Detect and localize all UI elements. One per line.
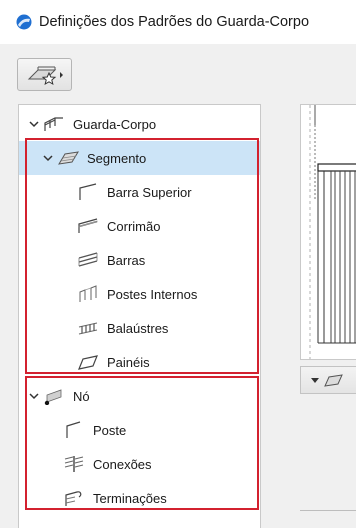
handrail-icon xyxy=(75,216,101,236)
preview-view-dropdown[interactable] xyxy=(300,366,356,394)
window-title: Definições dos Padrões do Guarda-Corpo xyxy=(39,14,310,30)
settings-tree: Guarda-Corpo Segmento Barra Superior Cor… xyxy=(18,104,261,528)
segment-view-icon xyxy=(311,374,343,387)
tree-item-balaustres[interactable]: Balaústres xyxy=(19,311,260,345)
connections-icon xyxy=(61,454,87,474)
tree-item-label: Balaústres xyxy=(107,320,169,336)
favorites-button[interactable] xyxy=(17,58,72,91)
top-rail-icon xyxy=(75,182,101,202)
tree-item-label: Terminações xyxy=(93,490,167,506)
tree-item-label: Segmento xyxy=(87,150,147,166)
tree-item-label: Barra Superior xyxy=(107,184,192,200)
favorites-star-icon xyxy=(27,66,63,85)
tree-item-guarda-corpo[interactable]: Guarda-Corpo xyxy=(19,107,260,141)
rails-icon xyxy=(75,250,101,270)
node-icon xyxy=(41,386,67,406)
post-icon xyxy=(61,420,87,440)
tree-item-terminacoes[interactable]: Terminações xyxy=(19,481,260,515)
endings-icon xyxy=(61,488,87,508)
railing-preview xyxy=(300,104,356,360)
tree-item-label: Postes Internos xyxy=(107,286,198,302)
tree-item-label: Barras xyxy=(107,252,146,268)
tree-item-conexoes[interactable]: Conexões xyxy=(19,447,260,481)
tree-item-barra-superior[interactable]: Barra Superior xyxy=(19,175,260,209)
railing-preview-drawing xyxy=(309,105,356,359)
tree-item-poste[interactable]: Poste xyxy=(19,413,260,447)
archicad-icon xyxy=(16,14,32,30)
chevron-down-icon[interactable] xyxy=(27,389,41,403)
tree-item-postes-internos[interactable]: Postes Internos xyxy=(19,277,260,311)
railing-icon xyxy=(41,114,67,134)
tree-item-label: Conexões xyxy=(93,456,152,472)
tree-item-label: Guarda-Corpo xyxy=(73,116,157,132)
panels-icon xyxy=(75,352,101,372)
chevron-down-icon[interactable] xyxy=(41,151,55,165)
inner-posts-icon xyxy=(75,284,101,304)
tree-item-label: Nó xyxy=(73,388,90,404)
chevron-down-icon[interactable] xyxy=(27,117,41,131)
window-titlebar: Definições dos Padrões do Guarda-Corpo xyxy=(0,0,356,44)
balusters-icon xyxy=(75,318,101,338)
tree-item-paineis[interactable]: Painéis xyxy=(19,345,260,379)
tree-item-corrimao[interactable]: Corrimão xyxy=(19,209,260,243)
tree-item-no[interactable]: Nó xyxy=(19,379,260,413)
tree-item-barras[interactable]: Barras xyxy=(19,243,260,277)
tree-item-label: Corrimão xyxy=(107,218,161,234)
tree-item-label: Painéis xyxy=(107,354,150,370)
tree-item-segmento[interactable]: Segmento xyxy=(19,141,260,175)
divider xyxy=(300,510,356,511)
tree-item-label: Poste xyxy=(93,422,127,438)
segment-icon xyxy=(55,148,81,168)
